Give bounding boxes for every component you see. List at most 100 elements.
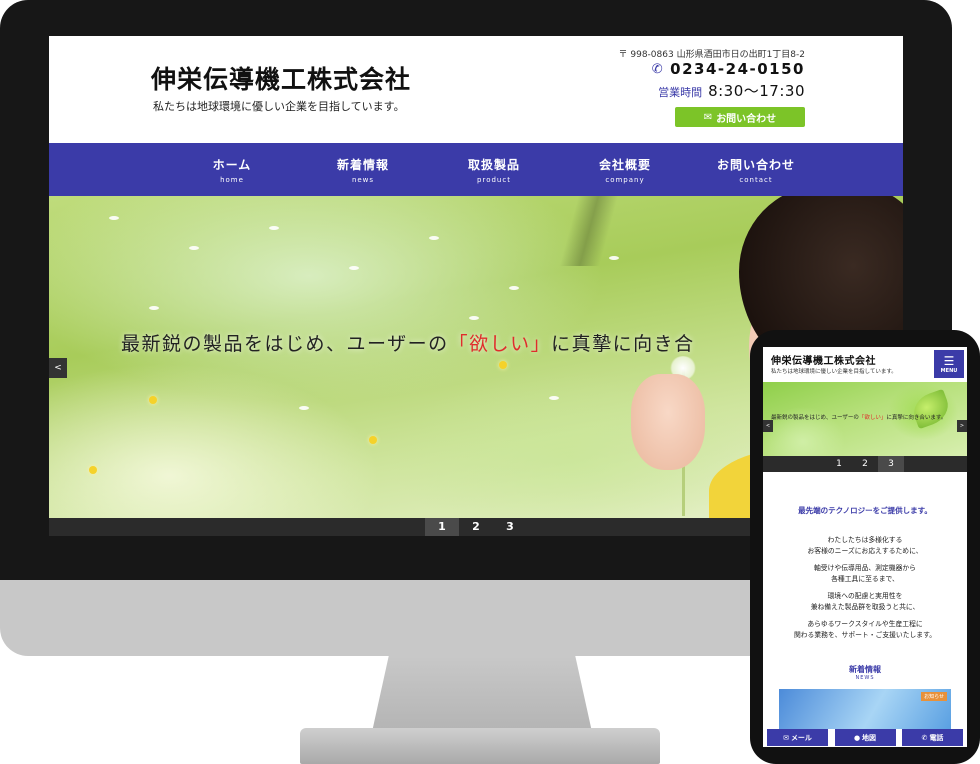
intro-line: あらゆるワークスタイルや生産工程に xyxy=(807,620,923,628)
news-badge: お知らせ xyxy=(921,692,947,701)
intro-headline: 最先端のテクノロジーをご提供します。 xyxy=(798,506,932,515)
pager-item-3[interactable]: 3 xyxy=(493,518,527,536)
nav-sublabel: home xyxy=(220,176,244,184)
mobile-hero-slider: 最新鋭の製品をはじめ、ユーザーの「欲しい」に真摯に向き合います。 < > xyxy=(763,382,967,456)
intro-line: 環境への配慮と実用性を xyxy=(827,592,903,600)
pager-item-1[interactable]: 1 xyxy=(826,456,852,472)
phone-button[interactable]: ✆ 電話 xyxy=(902,729,963,746)
hero-caption-after: に真摯に向き合 xyxy=(551,333,695,355)
chevron-left-icon: < xyxy=(54,363,62,373)
hours-label: 営業時間 xyxy=(658,86,703,99)
intro-line: わたしたちは多様化する xyxy=(827,536,903,544)
flower xyxy=(499,361,507,369)
phone-icon: ✆ xyxy=(921,733,928,742)
hero-caption-before: 最新鋭の製品をはじめ、ユーザーの xyxy=(121,333,449,355)
hero-caption: 最新鋭の製品をはじめ、ユーザーの「欲しい」に真摯に向き合 xyxy=(121,329,695,356)
seed xyxy=(429,236,439,240)
nav-label: 新着情報 xyxy=(336,158,389,172)
intro-line: 関わる業務を、サポート・ご支援いたします。 xyxy=(793,630,937,639)
intro-line: 各種工具に至るまで、 xyxy=(831,574,899,583)
slider-prev-button[interactable]: < xyxy=(49,358,67,378)
mobile-hero-caption: 最新鋭の製品をはじめ、ユーザーの「欲しい」に真摯に向き合います。 xyxy=(771,413,946,421)
nav-item-contact[interactable]: お問い合わせ contact xyxy=(691,143,822,196)
nav-item-home[interactable]: ホーム home xyxy=(167,143,298,196)
phone-number[interactable]: ✆ 0234-24-0150 xyxy=(652,60,805,78)
news-card[interactable]: お知らせ xyxy=(779,689,951,729)
monitor-stand-neck xyxy=(372,652,592,732)
flower xyxy=(89,466,97,474)
seed xyxy=(299,406,309,410)
mobile-slider-prev-button[interactable]: < xyxy=(763,420,773,432)
flower xyxy=(149,396,157,404)
mobile-screen: 伸栄伝導機工株式会社 私たちは地球環境に優しい企業を目指しています。 ☰ MEN… xyxy=(763,347,967,747)
address: 〒 998-0863 山形県酒田市日の出町1丁目8-2 xyxy=(618,50,805,60)
seed xyxy=(189,246,199,250)
news-section-title: 新着情報 xyxy=(849,665,881,674)
pager-item-1[interactable]: 1 xyxy=(425,518,459,536)
mobile-bottom-bar: ✉ メール ● 地図 ✆ 電話 xyxy=(763,729,967,747)
main-nav: ホーム home 新着情報 news 取扱製品 product 会社概要 com… xyxy=(49,143,903,196)
phone-icon: ✆ xyxy=(651,61,665,77)
nav-item-product[interactable]: 取扱製品 product xyxy=(429,143,560,196)
mobile-hero-caption-after: に真摯に向き合います。 xyxy=(886,415,947,421)
hero-leaf xyxy=(908,388,954,430)
mobile-tagline: 私たちは地球環境に優しい企業を目指しています。 xyxy=(771,369,897,375)
nav-label: ホーム xyxy=(212,158,252,172)
intro-line: 兼ね備えた製品群を取扱うと共に、 xyxy=(810,602,920,611)
menu-label: MENU xyxy=(940,367,958,374)
phone-frame: 伸栄伝導機工株式会社 私たちは地球環境に優しい企業を目指しています。 ☰ MEN… xyxy=(750,330,980,764)
chevron-right-icon: > xyxy=(959,423,965,429)
map-button-label: 地図 xyxy=(862,733,877,742)
mobile-hero-caption-highlight: 「欲しい」 xyxy=(858,415,887,421)
nav-item-company[interactable]: 会社概要 company xyxy=(560,143,691,196)
monitor-stand-base xyxy=(300,728,660,764)
phone-button-label: 電話 xyxy=(929,733,944,742)
mail-button[interactable]: ✉ メール xyxy=(767,729,828,746)
seed xyxy=(469,316,479,320)
seed xyxy=(149,306,159,310)
seed xyxy=(509,286,519,290)
intro-body: わたしたちは多様化する お客様のニーズにお応えするために、 軸受けや伝導用品、測… xyxy=(763,535,967,647)
intro-paragraph: わたしたちは多様化する お客様のニーズにお応えするために、 xyxy=(763,535,967,556)
business-hours: 営業時間 8:30〜17:30 xyxy=(658,80,805,101)
pager-item-2[interactable]: 2 xyxy=(852,456,878,472)
mobile-company-name[interactable]: 伸栄伝導機工株式会社 xyxy=(771,352,876,367)
pager-item-3[interactable]: 3 xyxy=(878,456,904,472)
nav-sublabel: product xyxy=(477,176,511,184)
hamburger-icon: ☰ xyxy=(943,353,955,368)
hours-value: 8:30〜17:30 xyxy=(708,82,805,100)
chevron-left-icon: < xyxy=(765,423,771,429)
hero-tree-trunk xyxy=(559,196,619,266)
nav-sublabel: company xyxy=(605,176,645,184)
tagline: 私たちは地球環境に優しい企業を目指しています。 xyxy=(153,100,405,113)
hero-hand xyxy=(631,374,705,470)
intro-paragraph: 環境への配慮と実用性を 兼ね備えた製品群を取扱うと共に、 xyxy=(763,591,967,612)
mail-button-label: メール xyxy=(790,733,812,742)
mobile-hero-caption-before: 最新鋭の製品をはじめ、ユーザーの xyxy=(771,415,859,421)
nav-sublabel: contact xyxy=(739,176,773,184)
nav-sublabel: news xyxy=(351,176,375,184)
nav-item-news[interactable]: 新着情報 news xyxy=(298,143,429,196)
phone-number-text: 0234-24-0150 xyxy=(670,60,805,78)
seed xyxy=(549,396,559,400)
mobile-slider-pager: 1 2 3 xyxy=(763,456,967,472)
seed xyxy=(109,216,119,220)
nav-label: 取扱製品 xyxy=(467,158,520,172)
intro-line: お客様のニーズにお応えするために、 xyxy=(807,546,923,555)
mail-icon: ✉ xyxy=(703,111,713,123)
map-button[interactable]: ● 地図 xyxy=(834,729,896,746)
map-pin-icon: ● xyxy=(853,733,861,742)
nav-label: お問い合わせ xyxy=(716,158,795,172)
seed xyxy=(269,226,279,230)
nav-label: 会社概要 xyxy=(598,158,651,172)
pager-item-2[interactable]: 2 xyxy=(459,518,493,536)
site-header: 伸栄伝導機工株式会社 私たちは地球環境に優しい企業を目指しています。 〒 998… xyxy=(49,36,903,143)
mail-icon: ✉ xyxy=(783,733,789,742)
mobile-slider-next-button[interactable]: > xyxy=(957,420,967,432)
company-name[interactable]: 伸栄伝導機工株式会社 xyxy=(151,60,411,96)
contact-button-label: お問い合わせ xyxy=(716,113,777,125)
intro-paragraph: あらゆるワークスタイルや生産工程に 関わる業務を、サポート・ご支援いたします。 xyxy=(763,619,967,640)
menu-button[interactable]: ☰ MENU xyxy=(934,350,964,378)
intro-paragraph: 軸受けや伝導用品、測定機器から 各種工具に至るまで、 xyxy=(763,563,967,584)
contact-button[interactable]: ✉ お問い合わせ xyxy=(675,107,805,127)
